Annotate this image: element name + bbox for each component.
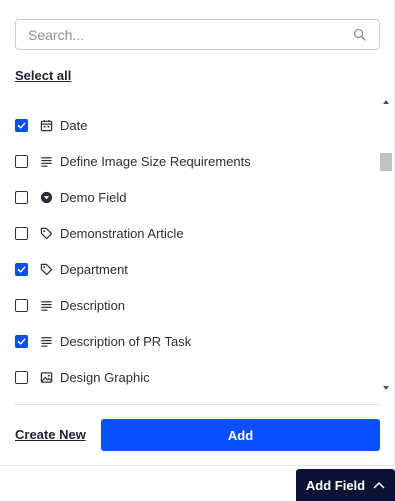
search-icon[interactable] [353, 28, 366, 41]
list-scrollbar[interactable] [379, 96, 393, 396]
list-item[interactable]: Department [15, 251, 377, 287]
image-icon [39, 370, 53, 384]
list-item[interactable]: Description of PR Task [15, 323, 377, 359]
scroll-up-arrow-icon[interactable] [382, 98, 390, 106]
list-item[interactable]: Demo Field [15, 179, 377, 215]
add-field-label: Add Field [305, 477, 366, 493]
search-box [15, 19, 380, 50]
field-list: Date Define Image Size Requirements Demo F… [15, 107, 377, 395]
chevron-up-icon [373, 482, 385, 489]
field-label: Date [60, 117, 88, 133]
list-item[interactable]: Demonstration Article [15, 215, 377, 251]
list-item[interactable]: Define Image Size Requirements [15, 143, 377, 179]
field-checkbox[interactable] [15, 118, 28, 132]
field-checkbox[interactable] [15, 370, 28, 384]
tag-icon [39, 226, 53, 240]
field-checkbox[interactable] [15, 226, 28, 240]
field-label: Demo Field [60, 189, 127, 205]
calendar-icon [39, 118, 53, 132]
text-lines-icon [39, 334, 53, 348]
add-field-button[interactable]: Add Field [296, 469, 395, 501]
scrollbar-thumb[interactable] [380, 153, 392, 171]
field-label: Department [60, 261, 128, 277]
text-lines-icon [39, 154, 53, 168]
field-checkbox[interactable] [15, 298, 28, 312]
footer-divider [15, 404, 380, 405]
create-new-link[interactable]: Create New [15, 427, 86, 442]
text-lines-icon [39, 298, 53, 312]
field-checkbox[interactable] [15, 154, 28, 168]
field-label: Description of PR Task [60, 333, 192, 349]
field-label: Demonstration Article [60, 225, 184, 241]
tag-icon [39, 262, 53, 276]
list-item[interactable]: Design Graphic [15, 359, 377, 395]
field-label: Description [60, 297, 126, 313]
field-checkbox[interactable] [15, 262, 28, 276]
scroll-down-arrow-icon[interactable] [382, 384, 390, 392]
list-item[interactable]: Date [15, 107, 377, 143]
field-checkbox[interactable] [15, 190, 28, 204]
dropdown-circle-icon [39, 190, 53, 204]
field-picker-panel: Select all Date Define Image Size Require… [0, 0, 395, 466]
search-input[interactable] [16, 20, 346, 49]
add-button[interactable]: Add [101, 419, 380, 451]
list-item[interactable]: Description [15, 287, 377, 323]
field-label: Design Graphic [60, 369, 150, 385]
field-checkbox[interactable] [15, 334, 28, 348]
select-all-link[interactable]: Select all [15, 68, 71, 83]
field-label: Define Image Size Requirements [60, 153, 251, 169]
